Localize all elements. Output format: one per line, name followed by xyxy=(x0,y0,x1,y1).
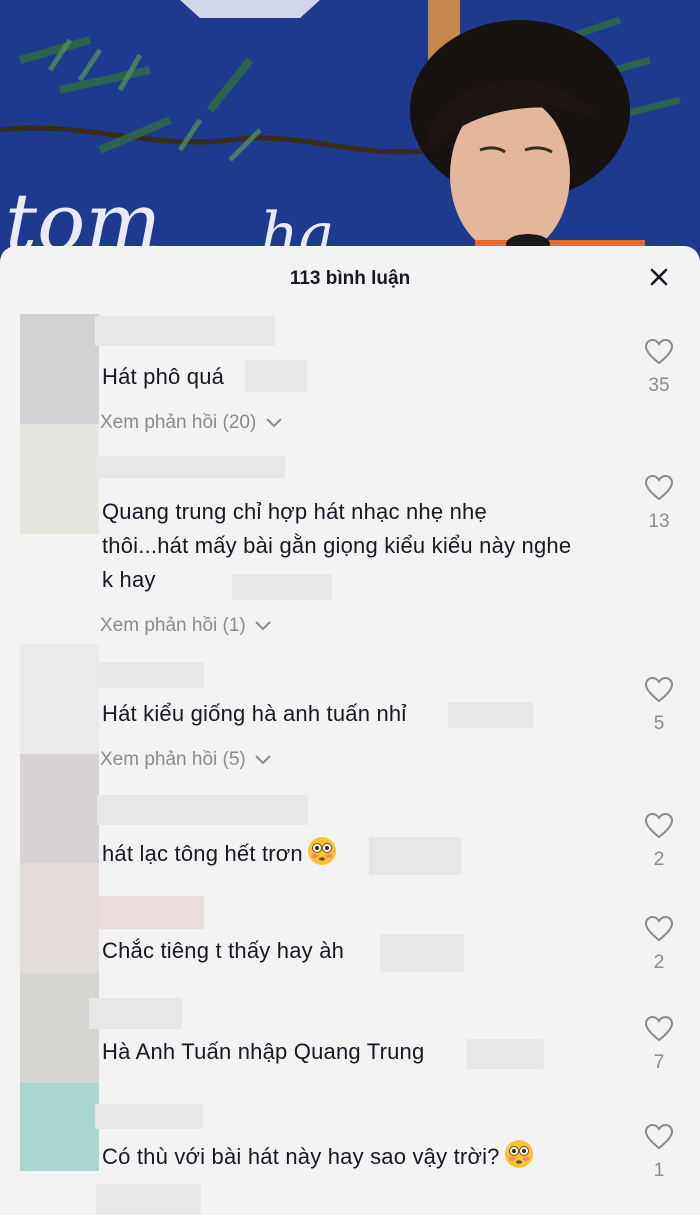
avatar[interactable] xyxy=(20,314,99,424)
heart-outline-icon xyxy=(644,915,674,942)
avatar[interactable] xyxy=(20,424,99,534)
comment-text: hát lạc tông hết trơn xyxy=(102,836,572,871)
username-redacted[interactable] xyxy=(97,896,204,929)
heart-outline-icon xyxy=(644,812,674,839)
like-count: 35 xyxy=(648,375,670,396)
timestamp-redacted xyxy=(96,1184,201,1214)
comment-text: Có thù với bài hát này hay sao vậy trời? xyxy=(102,1139,572,1174)
heart-outline-icon xyxy=(644,1123,674,1150)
username-redacted[interactable] xyxy=(95,316,275,346)
comment-text: Hát phô quá xyxy=(102,360,572,394)
username-redacted[interactable] xyxy=(97,662,204,688)
chevron-down-icon xyxy=(265,418,282,428)
like-button[interactable]: 2 xyxy=(640,915,678,974)
view-replies-label: Xem phản hồi (20) xyxy=(100,412,257,433)
timestamp-redacted xyxy=(448,702,533,728)
like-button[interactable]: 35 xyxy=(640,338,678,397)
view-replies-link[interactable]: Xem phản hồi (20) xyxy=(100,412,284,434)
flushed-face-emoji xyxy=(307,837,336,865)
comment-body: Hát kiểu giống hà anh tuấn nhỉ xyxy=(102,701,407,726)
comment-body: Chắc tiêng t thấy hay àh xyxy=(102,938,345,963)
view-replies-label: Xem phản hồi (5) xyxy=(100,749,246,770)
timestamp-redacted xyxy=(232,574,332,600)
close-icon xyxy=(650,268,668,286)
like-count: 7 xyxy=(653,1052,665,1073)
video-background[interactable]: tom ha xyxy=(0,0,700,270)
like-button[interactable]: 13 xyxy=(640,474,678,533)
like-count: 13 xyxy=(648,511,670,532)
avatar[interactable] xyxy=(20,1083,99,1171)
comment-body: Hát phô quá xyxy=(102,364,225,389)
timestamp-redacted xyxy=(245,360,307,392)
comment-text: Chắc tiêng t thấy hay àh xyxy=(102,934,572,968)
heart-outline-icon xyxy=(644,676,674,703)
view-replies-label: Xem phản hồi (1) xyxy=(100,615,246,636)
like-button[interactable]: 2 xyxy=(640,812,678,871)
timestamp-redacted xyxy=(369,837,461,875)
like-count: 5 xyxy=(653,713,665,734)
comments-sheet: 113 bình luận Hát phô quá Xem phản hồi (… xyxy=(0,246,700,1215)
comments-count-title: 113 bình luận xyxy=(289,268,411,289)
avatar[interactable] xyxy=(20,644,99,754)
comment-body: Quang trung chỉ hợp hát nhạc nhẹ nhẹ thô… xyxy=(102,499,572,592)
timestamp-redacted xyxy=(380,934,464,972)
like-count: 2 xyxy=(653,849,665,870)
close-button[interactable] xyxy=(644,262,674,292)
view-replies-link[interactable]: Xem phản hồi (1) xyxy=(100,615,273,637)
like-button[interactable]: 7 xyxy=(640,1015,678,1074)
chevron-down-icon xyxy=(255,755,271,765)
avatar[interactable] xyxy=(20,973,99,1083)
avatar[interactable] xyxy=(20,863,99,973)
heart-outline-icon xyxy=(644,338,674,365)
username-redacted[interactable] xyxy=(97,795,308,825)
video-frame: tom ha xyxy=(0,0,700,270)
comment-body: Hà Anh Tuấn nhập Quang Trung xyxy=(102,1039,425,1064)
like-button[interactable]: 1 xyxy=(640,1123,678,1182)
username-redacted[interactable] xyxy=(89,998,182,1029)
avatar[interactable] xyxy=(20,754,99,864)
comment-body: hát lạc tông hết trơn xyxy=(102,841,303,866)
like-count: 1 xyxy=(653,1160,665,1181)
username-redacted[interactable] xyxy=(97,456,285,478)
heart-outline-icon xyxy=(644,1015,674,1042)
flushed-face-emoji xyxy=(504,1140,533,1168)
like-button[interactable]: 5 xyxy=(640,676,678,735)
timestamp-redacted xyxy=(467,1039,544,1069)
username-redacted[interactable] xyxy=(95,1104,203,1129)
view-replies-link[interactable]: Xem phản hồi (5) xyxy=(100,749,273,771)
like-count: 2 xyxy=(653,952,665,973)
comment-text: Quang trung chỉ hợp hát nhạc nhẹ nhẹ thô… xyxy=(102,495,572,597)
heart-outline-icon xyxy=(644,474,674,501)
comment-body: Có thù với bài hát này hay sao vậy trời? xyxy=(102,1144,500,1169)
chevron-down-icon xyxy=(255,621,271,631)
